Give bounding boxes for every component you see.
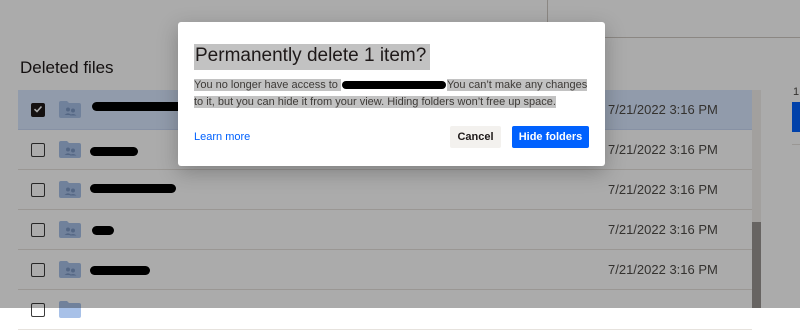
dialog-title: Permanently delete 1 item? xyxy=(194,44,431,70)
delete-confirmation-dialog: Permanently delete 1 item? You no longer… xyxy=(178,22,605,166)
dialog-message-start: You no longer have access to xyxy=(194,79,341,91)
learn-more-link[interactable]: Learn more xyxy=(194,131,250,143)
cancel-button[interactable]: Cancel xyxy=(450,126,501,148)
hide-folders-button[interactable]: Hide folders xyxy=(512,126,589,148)
redacted-folder-name xyxy=(341,81,446,90)
dialog-message: You no longer have access to You can’t m… xyxy=(194,77,590,111)
